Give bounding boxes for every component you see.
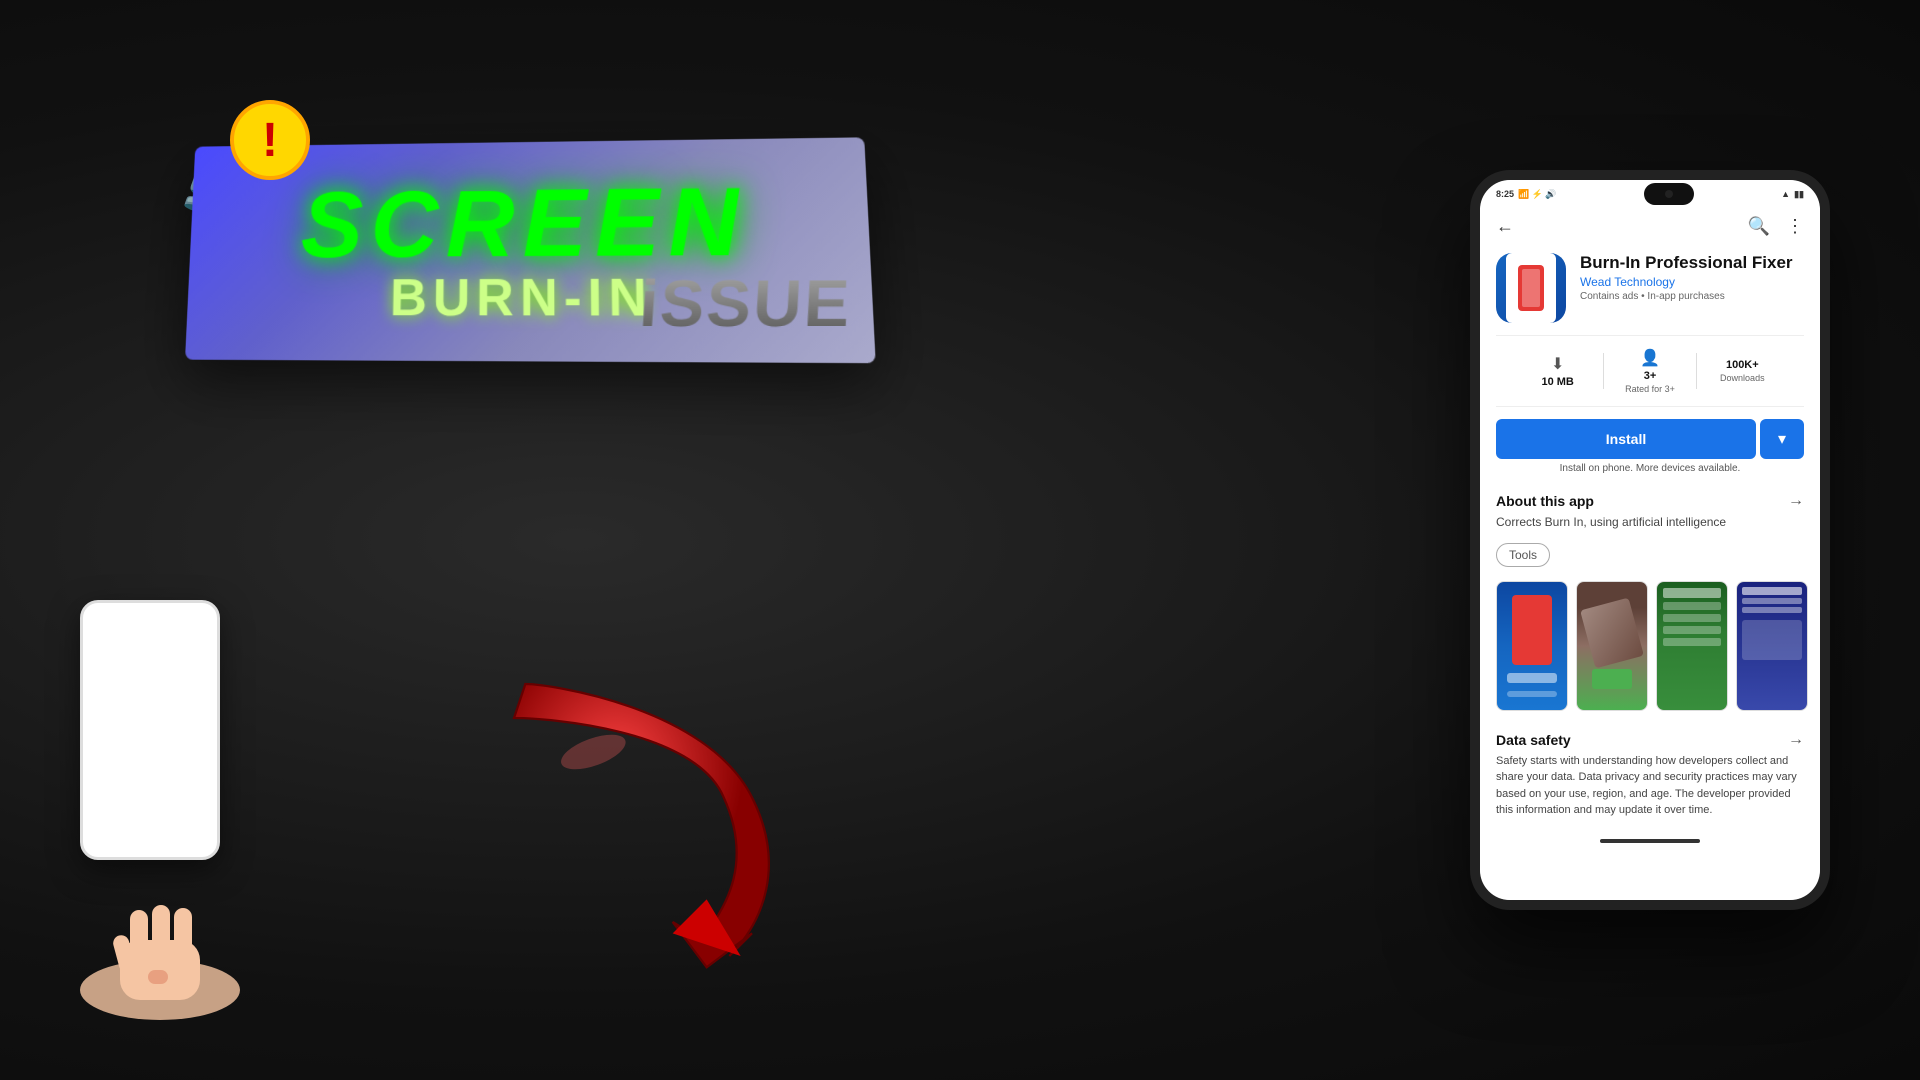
burnin-text: BURN-IN: [389, 272, 653, 325]
nav-icons-right: 🔍 ⋮: [1748, 216, 1804, 237]
back-button[interactable]: ←: [1496, 216, 1514, 237]
screenshot-1[interactable]: [1496, 581, 1568, 711]
phone-mockup: 8:25 📶 ⚡ 🔊 ▲ ▮▮ ← 🔍 ⋮: [1460, 20, 1840, 1060]
screen-text: SCREEN: [300, 175, 749, 273]
data-safety-header: Data safety →: [1496, 731, 1804, 749]
signal-icons: 📶 ⚡ 🔊: [1518, 189, 1557, 200]
stat-downloads: 100K+ Downloads: [1697, 355, 1788, 387]
about-description: Corrects Burn In, using artificial intel…: [1496, 514, 1804, 531]
more-menu-icon[interactable]: ⋮: [1786, 216, 1804, 237]
warning-circle: !: [230, 100, 310, 180]
about-section-header: About this app →: [1496, 492, 1804, 510]
app-header: Burn-In Professional Fixer Wead Technolo…: [1480, 245, 1820, 335]
status-left: 8:25 📶 ⚡ 🔊: [1496, 189, 1557, 200]
about-arrow-icon[interactable]: →: [1788, 492, 1804, 510]
download-size-icon: ⬇: [1551, 354, 1564, 374]
red-arrow-icon: [480, 660, 820, 980]
screenshot-3[interactable]: [1656, 581, 1728, 711]
tools-tag[interactable]: Tools: [1496, 543, 1550, 567]
scroll-indicator: [1480, 831, 1820, 851]
phone-inner: 8:25 📶 ⚡ 🔊 ▲ ▮▮ ← 🔍 ⋮: [1480, 180, 1820, 900]
install-dropdown-button[interactable]: ▾: [1760, 419, 1804, 459]
install-button[interactable]: Install: [1496, 419, 1756, 459]
stat-size: ⬇ 10 MB: [1512, 350, 1603, 392]
phone-hand-area: [60, 600, 260, 1020]
left-content-area: ! 🔨 SCREEN BURN-IN iSSUE: [0, 0, 960, 1080]
camera-notch: [1644, 183, 1694, 205]
install-note: Install on phone. More devices available…: [1496, 463, 1804, 474]
install-btn-row: Install ▾: [1496, 419, 1804, 459]
nav-bar: ← 🔍 ⋮: [1480, 208, 1820, 245]
app-info: Burn-In Professional Fixer Wead Technolo…: [1580, 253, 1804, 302]
banner-container: SCREEN BURN-IN iSSUE: [180, 140, 880, 400]
rating-icon: 👤: [1640, 348, 1660, 368]
battery-icon: ▮▮: [1794, 189, 1804, 200]
wifi-icon: ▲: [1781, 189, 1790, 199]
play-store-content: ← 🔍 ⋮ B: [1480, 208, 1820, 900]
stat-rating: 👤 3+ Rated for 3+: [1604, 344, 1695, 398]
data-safety-description: Safety starts with understanding how dev…: [1496, 753, 1804, 819]
issue-text: iSSUE: [637, 265, 853, 342]
data-safety-section: Data safety → Safety starts with underst…: [1480, 719, 1820, 831]
rating-value: 3+: [1644, 370, 1657, 382]
install-area: Install ▾ Install on phone. More devices…: [1480, 407, 1820, 480]
camera-dot: [1665, 190, 1673, 198]
data-safety-title[interactable]: Data safety: [1496, 732, 1571, 748]
screenshot-2[interactable]: [1576, 581, 1648, 711]
phone-frame: 8:25 📶 ⚡ 🔊 ▲ ▮▮ ← 🔍 ⋮: [1470, 170, 1830, 910]
red-arrow-container: [480, 660, 820, 980]
about-title[interactable]: About this app: [1496, 493, 1594, 509]
app-developer[interactable]: Wead Technology: [1580, 275, 1804, 289]
hand-icon: [60, 820, 260, 1020]
about-section: About this app → Corrects Burn In, using…: [1480, 480, 1820, 537]
stats-row: ⬇ 10 MB 👤 3+ Rated for 3+ 100K+ Download…: [1496, 335, 1804, 407]
downloads-value: 100K+: [1726, 359, 1759, 371]
app-name: Burn-In Professional Fixer: [1580, 253, 1804, 273]
screenshots-row: [1480, 573, 1820, 719]
screenshot-4[interactable]: [1736, 581, 1808, 711]
scroll-bar: [1600, 839, 1700, 843]
size-value: 10 MB: [1541, 376, 1573, 388]
data-safety-arrow-icon[interactable]: →: [1788, 731, 1804, 749]
status-right: ▲ ▮▮: [1781, 189, 1804, 200]
app-icon: [1496, 253, 1566, 323]
rating-label: Rated for 3+: [1625, 384, 1675, 394]
search-icon[interactable]: 🔍: [1748, 216, 1770, 237]
phone-hand: [60, 600, 260, 1020]
time-display: 8:25: [1496, 189, 1514, 199]
app-meta: Contains ads • In-app purchases: [1580, 291, 1804, 302]
downloads-label: Downloads: [1720, 373, 1765, 383]
tags-row: Tools: [1480, 537, 1820, 573]
warning-icon: !: [262, 113, 278, 168]
status-bar: 8:25 📶 ⚡ 🔊 ▲ ▮▮: [1480, 180, 1820, 208]
